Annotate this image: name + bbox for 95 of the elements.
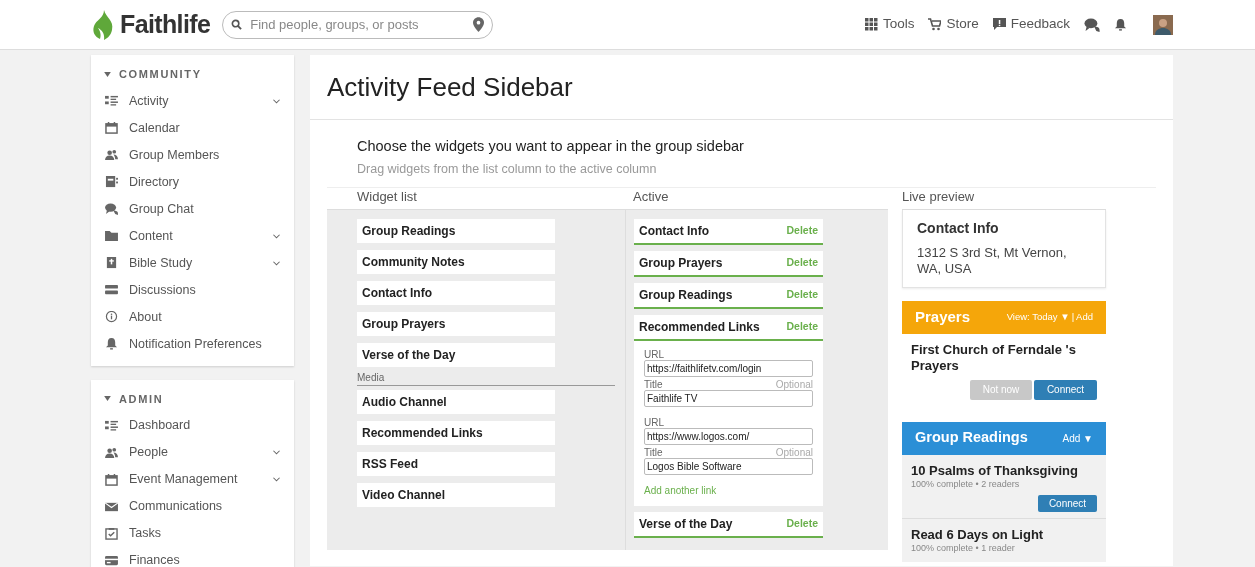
sidebar-item[interactable]: Discussions <box>91 276 294 304</box>
connect-button[interactable]: Connect <box>1034 379 1097 400</box>
sidebar-item[interactable]: Dashboard <box>91 412 294 439</box>
nav-link[interactable]: Feedback <box>992 14 1070 35</box>
connect-button[interactable]: Connect <box>1038 495 1097 512</box>
widget-item[interactable]: Community Notes <box>357 249 555 274</box>
sidebar-item[interactable]: Group Members <box>91 141 294 169</box>
widget-item[interactable]: Group Readings <box>357 218 555 243</box>
calendar-icon <box>105 473 118 486</box>
folder-icon <box>105 230 118 242</box>
section-toggle[interactable]: ADMIN <box>91 379 164 412</box>
sidebar-item[interactable]: Calendar <box>91 114 294 142</box>
search-icon <box>231 19 243 30</box>
field-label: Title <box>644 378 663 390</box>
separator-text: | <box>1071 309 1075 324</box>
nav-link[interactable]: Store <box>928 14 979 35</box>
widget-name: Group Prayers <box>639 254 723 272</box>
chat-icon <box>105 203 118 215</box>
widget-item[interactable]: Contact Info <box>357 280 555 305</box>
sidebar-item[interactable]: Finances <box>91 547 294 567</box>
sidebar-item[interactable]: Notification Preferences <box>91 330 294 358</box>
active-widget[interactable]: Contact Info Delete <box>634 218 823 245</box>
widget-item[interactable]: Audio Channel <box>357 389 555 414</box>
envelope-icon <box>105 500 118 513</box>
cart-icon <box>928 18 942 31</box>
list-icon <box>105 95 118 107</box>
people-icon <box>105 446 118 459</box>
widget-item[interactable]: Verse of the Day <box>357 342 555 367</box>
column-heading: Widget list <box>327 187 625 210</box>
url-field[interactable]: https://faithlifetv.com/login <box>644 359 813 377</box>
clipboard-check-icon <box>105 527 118 540</box>
section-toggle[interactable]: COMMUNITY <box>91 55 202 88</box>
title-field[interactable]: Logos Bible Software <box>644 457 813 475</box>
bible-icon <box>105 257 118 269</box>
card-title: Contact Info <box>917 218 1000 238</box>
active-widget[interactable]: Verse of the Day Delete <box>634 511 823 538</box>
search-field[interactable]: Find people, groups, or posts <box>250 14 466 35</box>
address-text: 1312 S 3rd St, Mt Vernon, WA, USA <box>917 244 1068 277</box>
sidebar-item[interactable]: Communications <box>91 493 294 520</box>
field-label: URL <box>644 348 665 360</box>
optional-hint: Optional <box>775 446 813 458</box>
sidebar-item[interactable]: About <box>91 303 294 331</box>
prayer-list-title: First Church of Ferndale 's Prayers <box>910 340 1077 374</box>
book-icon <box>105 176 118 188</box>
active-widget[interactable]: Group Prayers Delete <box>634 250 823 277</box>
people-icon <box>105 149 118 161</box>
column-heading: Live preview <box>902 187 1106 210</box>
sidebar-item[interactable]: Group Chat <box>91 195 294 223</box>
grid-icon <box>864 18 878 31</box>
sidebar-item[interactable]: Activity <box>91 87 294 115</box>
reading-meta: 100% complete • 1 reader <box>911 542 1016 555</box>
field-label: Title <box>644 446 663 458</box>
map-pin-icon[interactable] <box>473 17 485 32</box>
nav-link[interactable]: Tools <box>864 14 915 35</box>
section-heading: Choose the widgets you want to appear in the group sidebar <box>357 137 745 156</box>
list-icon <box>105 419 118 432</box>
sidebar-item[interactable]: Tasks <box>91 520 294 547</box>
sidebar-item[interactable]: Event Management <box>91 466 294 493</box>
reading-meta: 100% complete • 2 readers <box>911 478 1021 491</box>
reading-title: Read 6 Days on Light <box>911 527 1045 542</box>
notifications-bell-icon[interactable] <box>1114 17 1127 32</box>
widget-name: Recommended Links <box>639 318 760 336</box>
url-field[interactable]: https://www.logos.com/ <box>644 427 813 445</box>
widget-name: Group Readings <box>639 286 733 304</box>
sidebar-item[interactable]: Directory <box>91 168 294 196</box>
calendar-icon <box>105 122 118 134</box>
column-heading: Active <box>625 187 888 210</box>
feedback-icon <box>992 18 1006 31</box>
page-title: Activity Feed Sidebar <box>327 70 573 104</box>
widget-item[interactable]: RSS Feed <box>357 451 555 476</box>
widget-item[interactable]: Video Channel <box>357 482 555 507</box>
active-widget[interactable]: Recommended Links Delete <box>634 314 823 341</box>
chat-icon[interactable] <box>1084 17 1100 32</box>
discussion-icon <box>105 284 118 296</box>
widget-title: Group Readings <box>915 428 1028 448</box>
user-avatar-icon[interactable] <box>1153 14 1173 35</box>
title-field[interactable]: Faithlife TV <box>644 389 813 407</box>
sidebar-item[interactable]: Bible Study <box>91 249 294 277</box>
field-label: URL <box>644 416 665 428</box>
logo-text[interactable]: Faithlife <box>120 5 211 44</box>
widget-name: Contact Info <box>639 222 709 240</box>
bell-icon <box>105 338 118 350</box>
sidebar-item[interactable]: People <box>91 439 294 466</box>
widget-item[interactable]: Recommended Links <box>357 420 555 445</box>
optional-hint: Optional <box>775 378 813 390</box>
reading-title: 10 Psalms of Thanksgiving <box>911 462 1079 478</box>
add-menu-link[interactable]: Add ▼ <box>1062 430 1093 446</box>
info-icon <box>105 311 118 323</box>
widget-title: Prayers <box>915 306 971 327</box>
sidebar-item[interactable]: Content <box>91 222 294 250</box>
section-hint: Drag widgets from the list column to the active column <box>357 160 658 178</box>
widget-item[interactable]: Group Prayers <box>357 311 555 336</box>
media-label: Media <box>357 369 615 386</box>
active-widget[interactable]: Group Readings Delete <box>634 282 823 309</box>
widget-name: Verse of the Day <box>639 515 733 533</box>
